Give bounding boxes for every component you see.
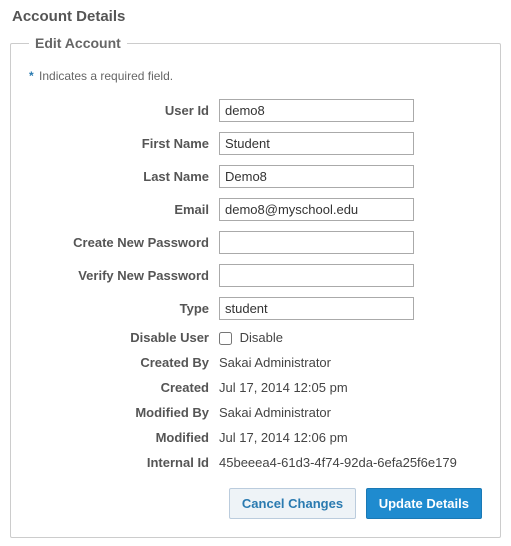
created-by-value: Sakai Administrator [219, 355, 482, 370]
button-bar: Cancel Changes Update Details [29, 488, 482, 519]
modified-value: Jul 17, 2014 12:06 pm [219, 430, 482, 445]
new-password-label: Create New Password [29, 235, 219, 250]
first-name-label: First Name [29, 136, 219, 151]
edit-account-fieldset: Edit Account * Indicates a required fiel… [10, 35, 501, 538]
required-note: * Indicates a required field. [29, 69, 482, 83]
created-by-label: Created By [29, 355, 219, 370]
internal-id-value: 45beeea4-61d3-4f74-92da-6efa25f6e179 [219, 455, 482, 470]
update-button[interactable]: Update Details [366, 488, 482, 519]
fieldset-legend: Edit Account [29, 35, 127, 51]
last-name-input[interactable] [219, 165, 414, 188]
type-input[interactable] [219, 297, 414, 320]
first-name-input[interactable] [219, 132, 414, 155]
type-label: Type [29, 301, 219, 316]
disable-user-label: Disable User [29, 330, 219, 345]
internal-id-label: Internal Id [29, 455, 219, 470]
email-input[interactable] [219, 198, 414, 221]
user-id-label: User Id [29, 103, 219, 118]
modified-by-value: Sakai Administrator [219, 405, 482, 420]
created-value: Jul 17, 2014 12:05 pm [219, 380, 482, 395]
user-id-input[interactable] [219, 99, 414, 122]
required-asterisk: * [29, 69, 34, 83]
email-label: Email [29, 202, 219, 217]
cancel-button[interactable]: Cancel Changes [229, 488, 356, 519]
disable-user-checkbox[interactable] [219, 332, 232, 345]
created-label: Created [29, 380, 219, 395]
new-password-input[interactable] [219, 231, 414, 254]
verify-password-input[interactable] [219, 264, 414, 287]
last-name-label: Last Name [29, 169, 219, 184]
required-note-text: Indicates a required field. [39, 69, 173, 83]
modified-label: Modified [29, 430, 219, 445]
disable-user-checkbox-label: Disable [240, 330, 283, 345]
modified-by-label: Modified By [29, 405, 219, 420]
page-title: Account Details [12, 8, 501, 25]
verify-password-label: Verify New Password [29, 268, 219, 283]
